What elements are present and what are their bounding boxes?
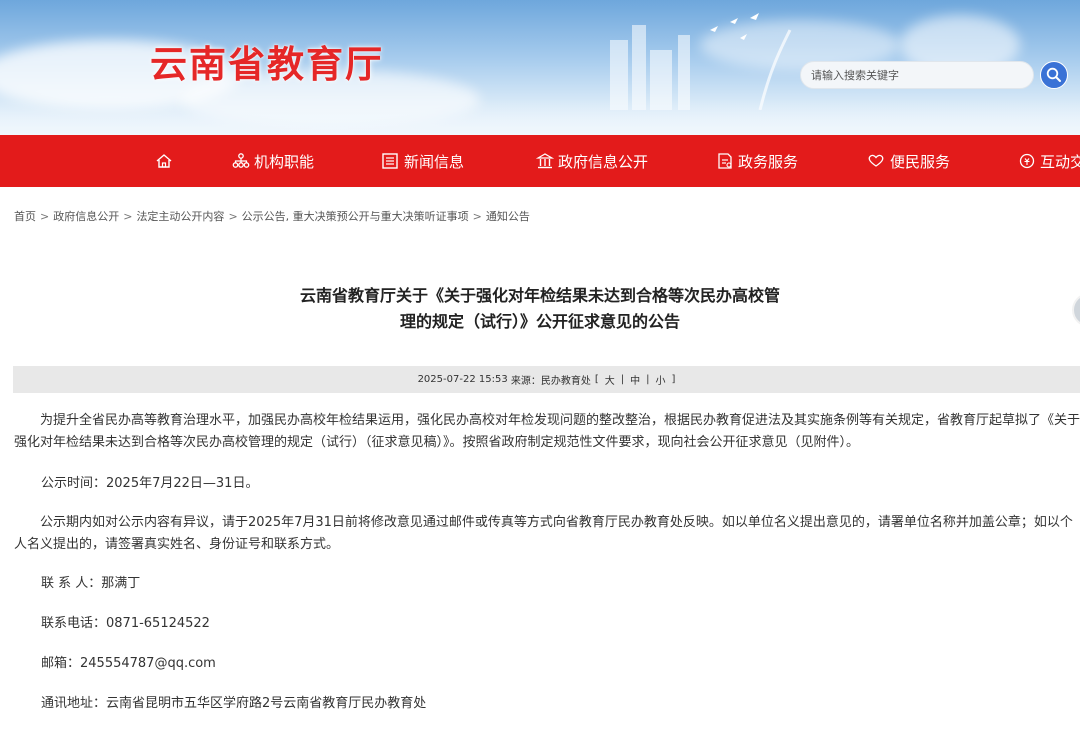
source-value: 民办教育处	[540, 376, 591, 387]
size-close-bracket: ]	[671, 374, 676, 385]
font-size-medium-button[interactable]: 中	[630, 372, 640, 387]
newspaper-icon	[382, 153, 398, 169]
header-banner: 云南省教育厅	[0, 0, 1080, 135]
nav-label: 政务服务	[738, 152, 799, 171]
site-title[interactable]: 云南省教育厅	[150, 34, 384, 88]
nav-item-news[interactable]: 新闻信息	[380, 135, 464, 187]
breadcrumb-notices[interactable]: 通知公告	[486, 210, 530, 223]
article-title: 云南省教育厅关于《关于强化对年检结果未达到合格等次民办高校管 理的规定（试行）》…	[240, 283, 840, 335]
main-nav: 机构职能 新闻信息 政府信息公开 政务服务 便民服务 互动交	[0, 135, 1080, 187]
breadcrumb-home[interactable]: 首页	[14, 210, 36, 223]
contact-email[interactable]: 邮箱：245554787@qq.com	[41, 653, 216, 675]
nav-item-organization[interactable]: 机构职能	[232, 135, 314, 187]
home-icon	[156, 154, 172, 168]
building-icon	[536, 153, 554, 169]
nav-item-interaction[interactable]: 互动交	[1018, 135, 1080, 187]
nav-item-gov-info[interactable]: 政府信息公开	[536, 135, 648, 187]
article-title-line1: 云南省教育厅关于《关于强化对年检结果未达到合格等次民办高校管	[299, 286, 780, 305]
font-size-large-button[interactable]: 大	[605, 372, 615, 387]
source-label: 来源：	[510, 376, 541, 387]
nav-item-gov-services[interactable]: 政务服务	[716, 135, 798, 187]
contact-phone: 联系电话：0871-65124522	[41, 616, 210, 631]
breadcrumb: 首页 > 政府信息公开 > 法定主动公开内容 > 公示公告, 重大决策预公开与重大决策听证事…	[14, 210, 530, 223]
nav-item-public-services[interactable]: 便民服务	[866, 135, 950, 187]
city-skyline-graphic	[610, 13, 792, 110]
paragraph-feedback: 公示期内如对公示内容有异议，请于2025年7月31日前将修改意见通过邮件或传真等…	[14, 515, 1073, 552]
search-box[interactable]	[800, 61, 1034, 89]
article-meta: 2025-07-22 15:53 来源： 民办教育处 [ 大 | 中 | 小 ]	[13, 366, 1080, 393]
search-input[interactable]	[801, 62, 1021, 88]
nav-home[interactable]	[155, 135, 177, 187]
publish-datetime: 2025-07-22 15:53	[417, 374, 508, 385]
breadcrumb-statutory[interactable]: 法定主动公开内容	[136, 210, 224, 223]
article-title-line2: 理的规定（试行）》公开征求意见的公告	[399, 312, 680, 331]
nav-label: 新闻信息	[404, 152, 465, 171]
search-button[interactable]	[1040, 61, 1068, 89]
contact-person: 联 系 人：那满丁	[41, 576, 141, 591]
paragraph-period: 公示时间：2025年7月22日—31日。	[41, 476, 259, 491]
nav-label: 政府信息公开	[558, 152, 649, 171]
font-size-small-button[interactable]: 小	[656, 372, 666, 387]
circle-dollar-icon	[1019, 153, 1035, 169]
size-open-bracket: [	[594, 374, 599, 385]
floating-side-widget[interactable]	[1072, 293, 1080, 327]
nav-label: 便民服务	[890, 152, 951, 171]
contact-address: 通讯地址：云南省昆明市五华区学府路2号云南省教育厅民办教育处	[41, 696, 427, 711]
document-icon	[718, 153, 732, 169]
heart-hand-icon	[868, 154, 884, 167]
org-chart-icon	[232, 153, 250, 168]
breadcrumb-announcements[interactable]: 公示公告, 重大决策预公开与重大决策听证事项	[242, 210, 469, 223]
search-icon	[1046, 67, 1061, 82]
nav-label: 互动交	[1040, 152, 1080, 171]
breadcrumb-gov-info[interactable]: 政府信息公开	[53, 210, 119, 223]
paragraph-intro: 为提升全省民办高等教育治理水平，加强民办高校年检结果运用，强化民办高校对年检发现…	[14, 413, 1080, 450]
nav-label: 机构职能	[254, 152, 315, 171]
